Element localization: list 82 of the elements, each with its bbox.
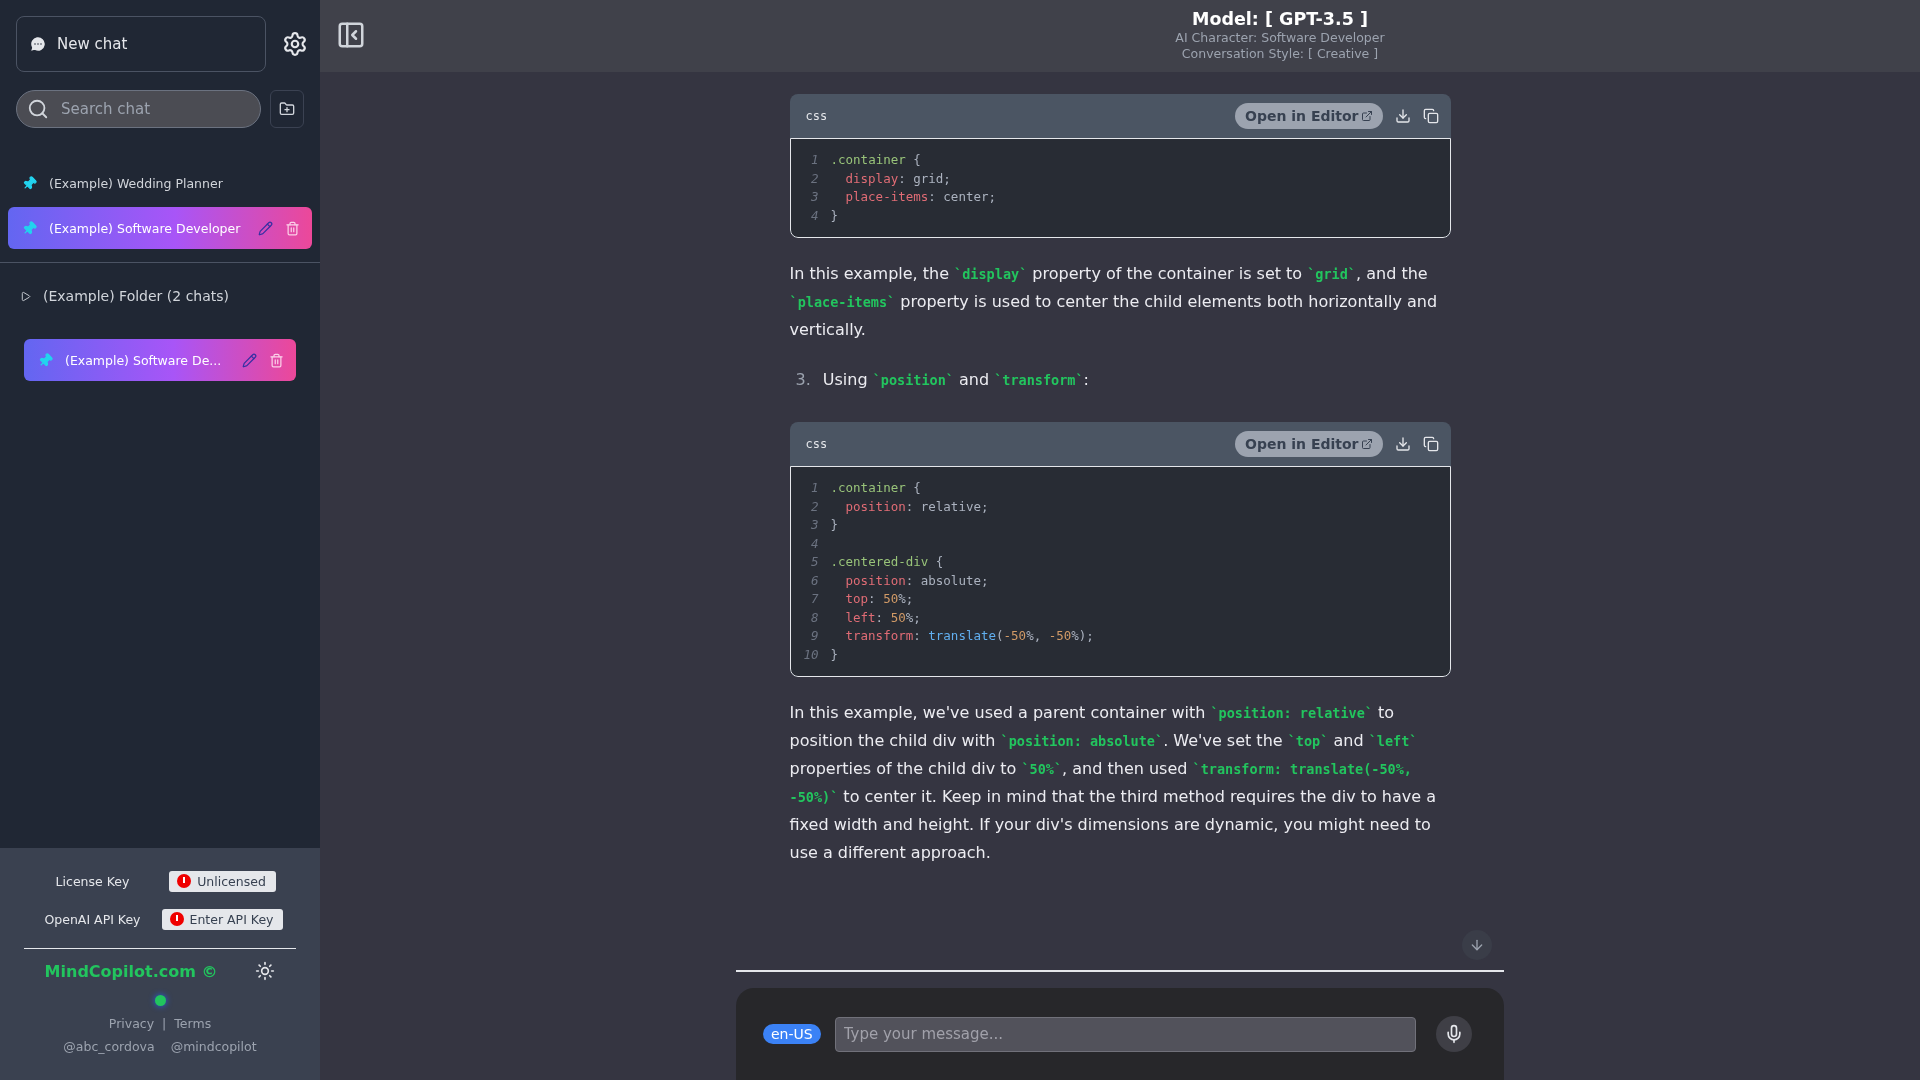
- microphone-button[interactable]: [1436, 1016, 1472, 1052]
- external-link-icon: [1360, 110, 1373, 122]
- code-line: }: [830, 516, 839, 534]
- model-title: Model: [ GPT-3.5 ]: [1192, 8, 1368, 30]
- status-dot-icon: [154, 995, 166, 1006]
- collapse-sidebar-icon[interactable]: [336, 20, 366, 50]
- search-input[interactable]: Search chat: [59, 99, 250, 119]
- edit-icon[interactable]: [242, 352, 257, 368]
- sun-icon[interactable]: [255, 961, 276, 981]
- footer-link[interactable]: Terms: [174, 1016, 212, 1031]
- open-in-editor-button[interactable]: Open in Editor: [1235, 103, 1383, 129]
- style-label: Conversation Style: [ Creative ]: [1181, 46, 1379, 62]
- code-line: }: [830, 645, 839, 664]
- open-in-editor-button[interactable]: Open in Editor: [1235, 431, 1383, 457]
- chat-item[interactable]: (Example) Wedding Planner: [8, 162, 312, 204]
- message-paragraph: In this example, the `display` property of the container is set to `grid`, and the `place-items` property is used to center the child elements both horizontally and vertically.: [789, 263, 1439, 341]
- key-status-button[interactable]: Unlicensed: [169, 870, 276, 892]
- line-number: 3: [809, 188, 820, 206]
- key-status-button[interactable]: Enter API Key: [161, 908, 284, 930]
- language-badge[interactable]: en-US: [763, 1024, 821, 1044]
- code-line: .centered-div {: [830, 553, 944, 571]
- code-line: display: grid;: [845, 169, 951, 188]
- list-item-text: Using `position` and `transform`:: [822, 369, 1089, 391]
- footer-link[interactable]: Privacy: [108, 1016, 155, 1031]
- line-number: 10: [802, 645, 820, 664]
- character-label: AI Character: Software Developer: [1175, 30, 1385, 46]
- line-number: 9: [809, 627, 820, 645]
- edit-icon[interactable]: [258, 220, 273, 236]
- copy-icon[interactable]: [1422, 108, 1439, 124]
- separator: |: [162, 1016, 167, 1031]
- folder-item[interactable]: (Example) Folder (2 chats): [8, 275, 312, 317]
- code-line: position: absolute;: [845, 571, 989, 590]
- social-handle-link[interactable]: @mindcopilot: [170, 1039, 257, 1054]
- code-line: position: relative;: [845, 497, 989, 516]
- copy-icon[interactable]: [1422, 436, 1439, 452]
- line-number: 4: [809, 206, 820, 225]
- settings-icon[interactable]: [282, 31, 308, 57]
- line-number: 4: [809, 534, 820, 553]
- chat-item[interactable]: (Example) Software Developer: [8, 207, 312, 249]
- delete-icon[interactable]: [285, 220, 300, 236]
- line-number: 6: [809, 571, 820, 590]
- social-handle-link[interactable]: @abc_cordova: [63, 1039, 155, 1054]
- line-number: 8: [809, 608, 820, 627]
- code-line: .container {: [830, 151, 921, 169]
- code-line: .container {: [830, 479, 921, 497]
- brand-name: MindCopilot.com ©: [44, 961, 218, 981]
- setting-label: License Key: [55, 873, 130, 889]
- line-number: 3: [809, 516, 820, 534]
- chat-item[interactable]: (Example) Software De...: [24, 339, 296, 381]
- code-line: transform: translate(-50%, -50%);: [845, 627, 1094, 645]
- code-line: }: [830, 206, 839, 225]
- new-chat-button[interactable]: New chat: [16, 16, 266, 72]
- message-paragraph: In this example, we've used a parent container with `position: relative` to position the child div with `position: absolute`. We've set the `top` and `left` properties of the child div to `50%`, and then used `transform: translate(-50%, -50%)` to center it. Keep in mind that the third method requires the div to have a fixed width and height. If your div's dimensions are dynamic, you might need to use a different approach.: [789, 702, 1437, 864]
- download-icon[interactable]: [1394, 108, 1411, 124]
- search-field[interactable]: Search chat: [16, 90, 261, 128]
- folder-name: (Example) Folder (2 chats): [43, 288, 230, 304]
- caret-icon: [20, 290, 31, 302]
- alert-icon: [169, 912, 184, 926]
- new-folder-button[interactable]: [270, 90, 304, 128]
- setting-label: OpenAI API Key: [44, 911, 141, 927]
- external-link-icon: [1360, 438, 1373, 450]
- message-input[interactable]: Type your message...: [834, 1016, 1416, 1052]
- alert-icon: [177, 874, 192, 888]
- chat-bubble-icon: [29, 35, 47, 53]
- line-number: 1: [809, 479, 820, 497]
- line-number: 1: [809, 151, 820, 169]
- folder-plus-icon: [279, 101, 295, 117]
- line-number: 2: [809, 497, 820, 516]
- scroll-down-button[interactable]: [1462, 930, 1492, 960]
- search-icon: [27, 98, 49, 120]
- list-number: 3.: [795, 369, 811, 391]
- microphone-icon: [1444, 1024, 1464, 1044]
- code-language: css: [805, 437, 829, 451]
- code-line: left: 50%;: [845, 608, 921, 627]
- line-number: 5: [809, 553, 820, 571]
- code-language: css: [805, 109, 829, 123]
- line-number: 7: [809, 590, 820, 608]
- line-number: 2: [809, 169, 820, 188]
- code-line: place-items: center;: [845, 188, 997, 206]
- code-line: top: 50%;: [845, 590, 914, 608]
- download-icon[interactable]: [1394, 436, 1411, 452]
- delete-icon[interactable]: [269, 352, 284, 368]
